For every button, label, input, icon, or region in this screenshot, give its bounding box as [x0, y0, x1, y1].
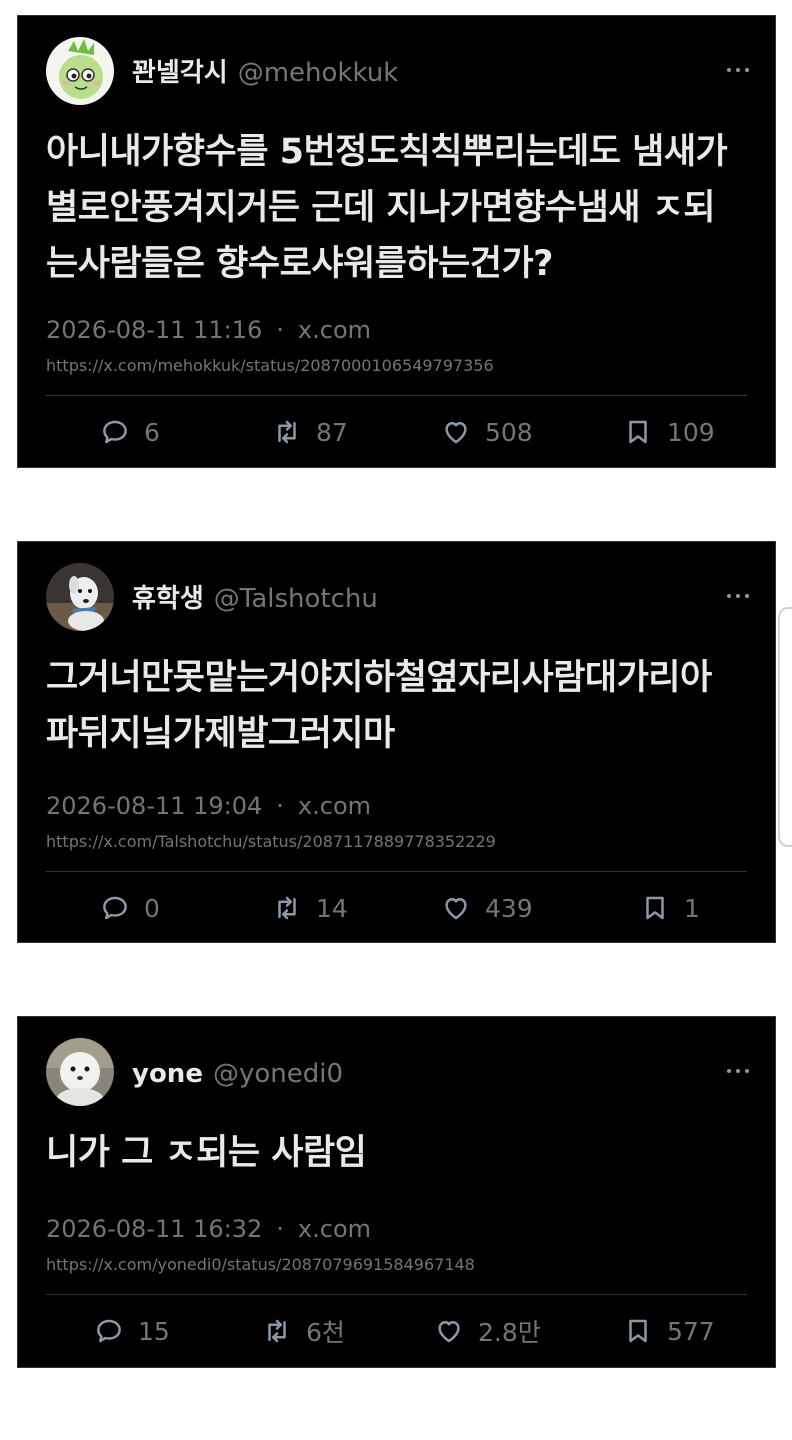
- reply-icon: [103, 896, 127, 920]
- tweet-text-line: 는사람들은 향수로샤워를하는건가?: [46, 244, 554, 284]
- like-count: 508: [485, 417, 533, 447]
- tweet-card[interactable]: yone @yonedi0 니가 그 ㅈ되는 사람임 2026-08-11 16:…: [17, 1016, 776, 1368]
- user-handle[interactable]: @yonedi0: [213, 1059, 343, 1089]
- tweet-text-line: 그거너만못맡는거야지하철옆자리사람대가리아: [46, 658, 712, 698]
- tweet-text: 아니내가향수를 5번정도칙칙뿌리는데도 냄새가 별로안풍겨지거든 근데 지나가면…: [46, 124, 749, 292]
- retweet-count: 87: [316, 417, 348, 447]
- action-bar: 0 14 439 1: [46, 888, 747, 928]
- display-name[interactable]: 휴학생: [132, 584, 204, 614]
- like-count: 2.8만: [478, 1318, 541, 1347]
- bookmark-button[interactable]: 577: [623, 1311, 715, 1351]
- meta-separator: ·: [276, 792, 284, 820]
- author-line: 휴학생 @Talshotchu: [132, 584, 378, 614]
- like-button[interactable]: 508: [441, 412, 533, 452]
- more-options-icon[interactable]: [723, 1061, 753, 1081]
- bookmark-count: 577: [667, 1316, 715, 1346]
- reply-icon: [97, 1319, 121, 1343]
- tweet-datetime[interactable]: 2026-08-11 16:32: [46, 1215, 262, 1243]
- bookmark-icon: [629, 1319, 647, 1343]
- action-bar: 15 6천 2.8만 577: [46, 1311, 747, 1351]
- retweet-button[interactable]: 6천: [262, 1311, 345, 1351]
- bookmark-icon: [646, 896, 664, 920]
- heart-icon: [445, 422, 467, 444]
- tweet-url[interactable]: https://x.com/yonedi0/status/20870796915…: [46, 1255, 475, 1274]
- reply-icon: [103, 420, 127, 444]
- divider: [46, 1294, 747, 1295]
- retweet-icon: [278, 420, 296, 444]
- meta-separator: ·: [276, 316, 284, 344]
- side-scroll-handle[interactable]: [778, 607, 792, 847]
- reply-count: 15: [138, 1316, 170, 1346]
- display-name[interactable]: 꽌넬각시: [132, 58, 228, 88]
- tweet-meta: 2026-08-11 19:04 · x.com: [46, 792, 371, 820]
- retweet-icon: [268, 1319, 286, 1343]
- avatar[interactable]: [46, 563, 114, 631]
- tweet-text-line: 파뒤지닠가제발그러지마: [46, 714, 395, 754]
- tweet-card[interactable]: 꽌넬각시 @mehokkuk 아니내가향수를 5번정도칙칙뿌리는데도 냄새가 별로…: [17, 15, 776, 468]
- tweet-source: x.com: [297, 316, 372, 344]
- tweet-card[interactable]: 휴학생 @Talshotchu 그거너만못맡는거야지하철옆자리사람대가리아 파뒤지…: [17, 541, 776, 943]
- author-line: 꽌넬각시 @mehokkuk: [132, 58, 398, 88]
- like-count: 439: [485, 893, 533, 923]
- heart-icon: [445, 898, 467, 920]
- user-handle[interactable]: @Talshotchu: [214, 584, 378, 614]
- meta-separator: ·: [276, 1215, 284, 1243]
- bookmark-icon: [629, 420, 647, 444]
- tweet-url[interactable]: https://x.com/mehokkuk/status/2087000106…: [46, 356, 494, 375]
- tweet-meta: 2026-08-11 16:32 · x.com: [46, 1215, 371, 1243]
- reply-count: 6: [144, 417, 160, 447]
- more-options-icon[interactable]: [723, 586, 753, 606]
- like-button[interactable]: 2.8만: [434, 1311, 541, 1351]
- bookmark-button[interactable]: 1: [640, 888, 700, 928]
- retweet-count: 6천: [306, 1318, 345, 1347]
- bookmark-count: 109: [667, 417, 715, 447]
- tweet-datetime[interactable]: 2026-08-11 11:16: [46, 316, 262, 344]
- tweet-text-line: 별로안풍겨지거든 근데 지나가면향수냄새 ㅈ되: [46, 188, 716, 228]
- reply-button[interactable]: 6: [100, 412, 160, 452]
- tweet-text: 그거너만못맡는거야지하철옆자리사람대가리아 파뒤지닠가제발그러지마: [46, 650, 749, 762]
- display-name[interactable]: yone: [132, 1059, 203, 1089]
- divider: [46, 395, 747, 396]
- more-options-icon[interactable]: [723, 60, 753, 80]
- reply-button[interactable]: 0: [100, 888, 160, 928]
- tweet-source: x.com: [297, 792, 372, 820]
- tweet-text-line: 아니내가향수를 5번정도칙칙뿌리는데도 냄새가: [46, 132, 728, 172]
- avatar[interactable]: [46, 1038, 114, 1106]
- action-bar: 6 87 508 109: [46, 412, 747, 452]
- user-handle[interactable]: @mehokkuk: [238, 58, 399, 88]
- heart-icon: [438, 1321, 460, 1343]
- tweet-text-line: 니가 그 ㅈ되는 사람임: [46, 1133, 367, 1173]
- bookmark-button[interactable]: 109: [623, 412, 715, 452]
- reply-count: 0: [144, 893, 160, 923]
- divider: [46, 871, 747, 872]
- tweet-text: 니가 그 ㅈ되는 사람임: [46, 1125, 749, 1181]
- green-sprout-character-avatar-icon: [46, 37, 114, 105]
- like-button[interactable]: 439: [441, 888, 533, 928]
- reply-button[interactable]: 15: [94, 1311, 170, 1351]
- tweet-source: x.com: [297, 1215, 372, 1243]
- tweet-meta: 2026-08-11 11:16 · x.com: [46, 316, 371, 344]
- retweet-icon: [278, 896, 296, 920]
- white-plush-character-avatar-icon: [46, 1038, 114, 1106]
- bookmark-count: 1: [684, 893, 700, 923]
- white-dog-photo-avatar-icon: [46, 563, 114, 631]
- author-line: yone @yonedi0: [132, 1059, 343, 1089]
- retweet-count: 14: [316, 893, 348, 923]
- tweet-url[interactable]: https://x.com/Talshotchu/status/20871178…: [46, 832, 496, 851]
- retweet-button[interactable]: 14: [272, 888, 348, 928]
- tweet-datetime[interactable]: 2026-08-11 19:04: [46, 792, 262, 820]
- avatar[interactable]: [46, 37, 114, 105]
- retweet-button[interactable]: 87: [272, 412, 348, 452]
